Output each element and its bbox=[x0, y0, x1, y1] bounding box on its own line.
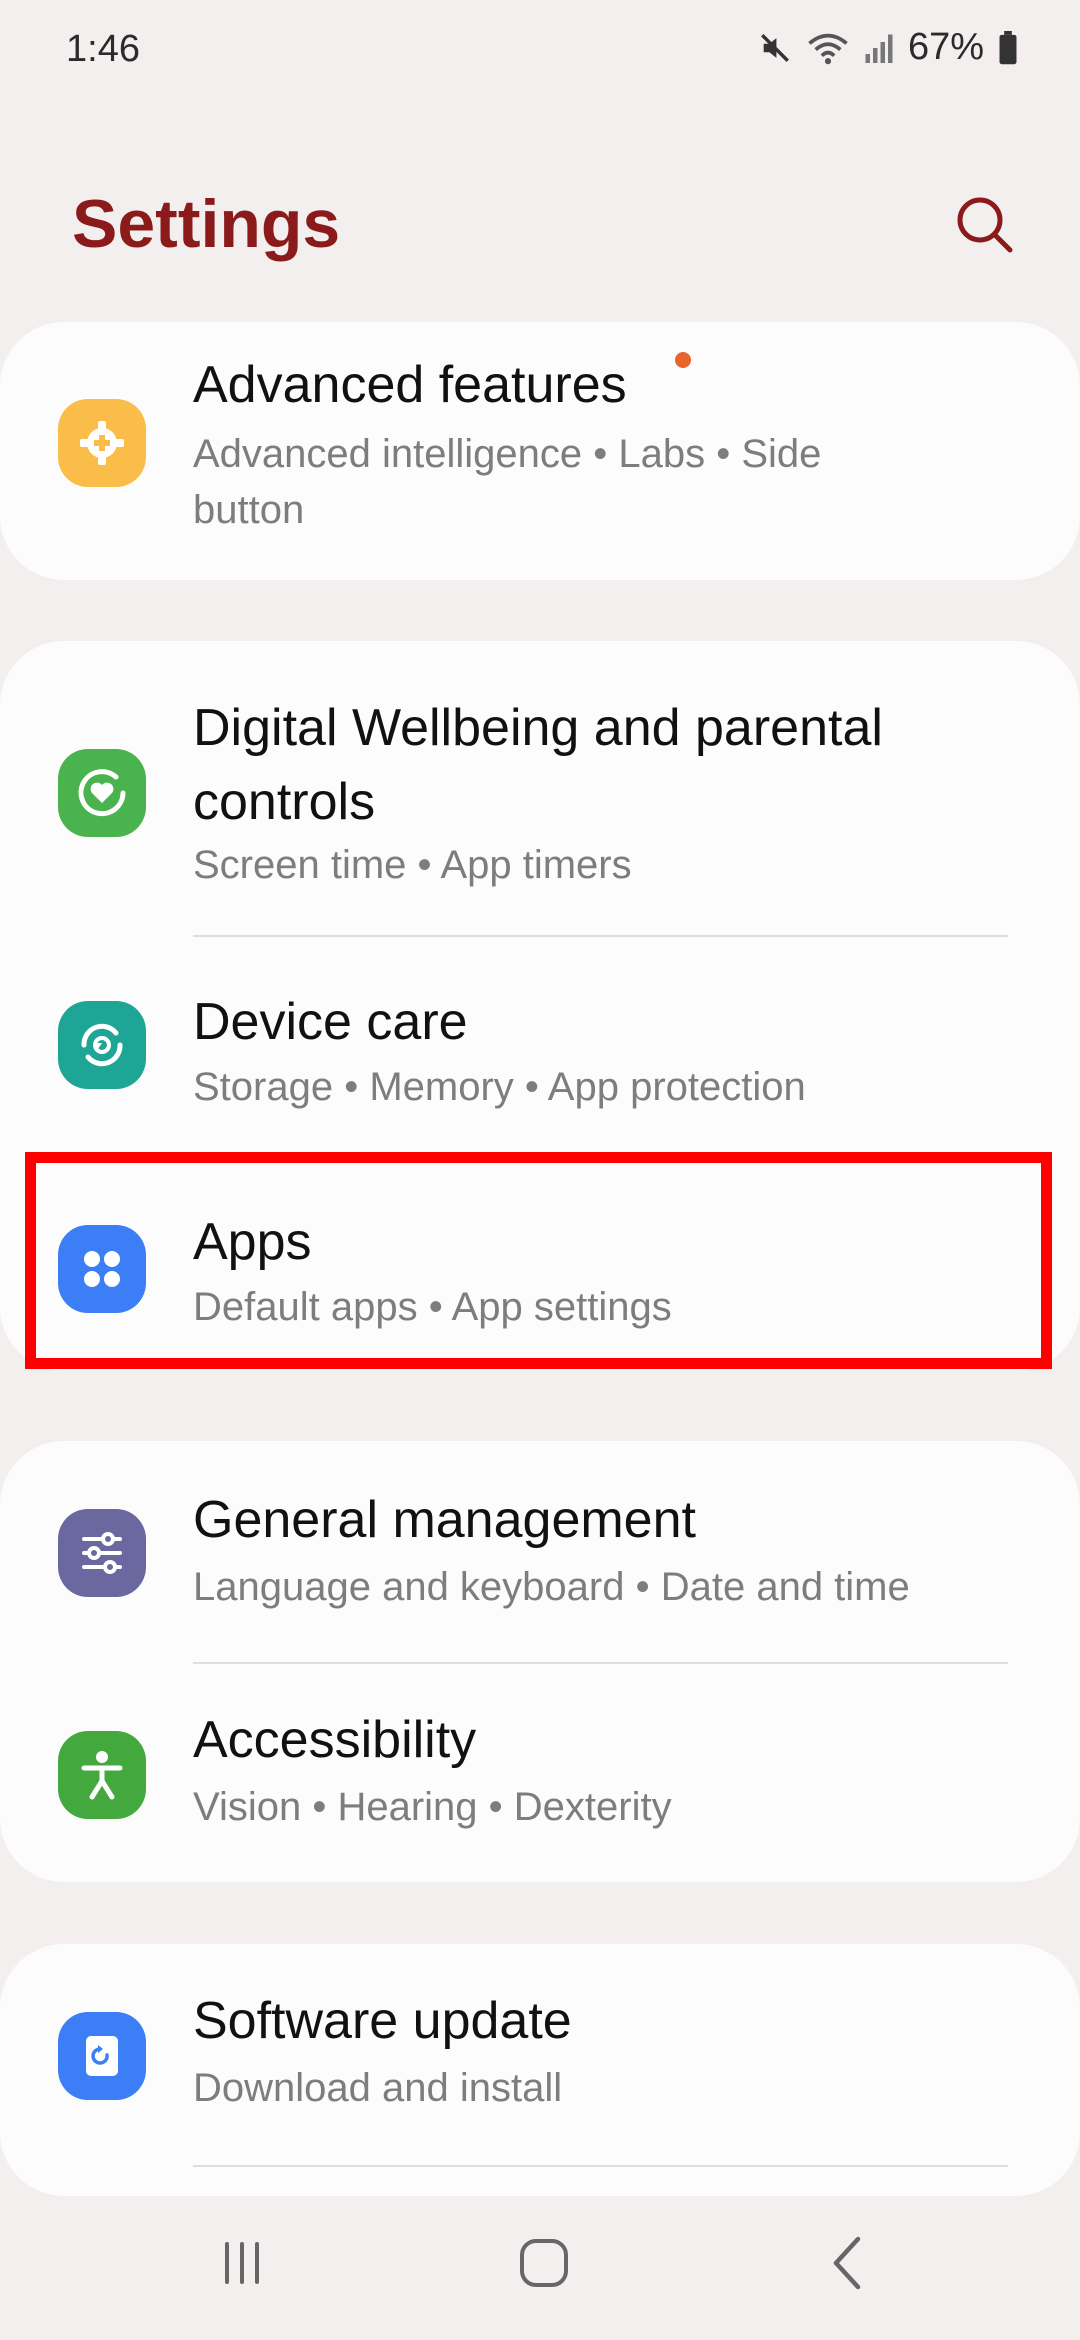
signal-icon bbox=[864, 31, 894, 65]
card-advanced: Advanced features Advanced intelligence … bbox=[0, 322, 1080, 580]
accessibility-title: Accessibility bbox=[193, 1711, 477, 1769]
notification-dot bbox=[675, 352, 691, 368]
software-update-subtitle: Download and install bbox=[193, 2066, 563, 2110]
page-title: Settings bbox=[72, 186, 341, 262]
accessibility-person-icon bbox=[58, 1731, 146, 1819]
apps-subtitle: Default apps • App settings bbox=[193, 1285, 672, 1329]
recents-button[interactable] bbox=[182, 2210, 302, 2320]
device-care-title: Device care bbox=[193, 993, 468, 1051]
status-time: 1:46 bbox=[66, 28, 140, 70]
advanced-features-subtitle-line1: Advanced intelligence • Labs • Side bbox=[193, 432, 822, 476]
sliders-icon bbox=[58, 1509, 146, 1597]
software-update-icon bbox=[58, 2012, 146, 2100]
accessibility-subtitle: Vision • Hearing • Dexterity bbox=[193, 1785, 672, 1829]
wellbeing-heart-icon bbox=[58, 749, 146, 837]
digital-wellbeing-title-line2: controls bbox=[193, 773, 376, 831]
back-icon bbox=[828, 2235, 868, 2296]
general-management-subtitle: Language and keyboard • Date and time bbox=[193, 1565, 910, 1609]
home-icon bbox=[518, 2237, 570, 2294]
back-button[interactable] bbox=[788, 2210, 908, 2320]
battery-percentage: 67% bbox=[907, 26, 984, 68]
status-bar: 1:46 67% bbox=[0, 0, 1080, 100]
search-icon bbox=[950, 197, 1020, 264]
software-update-title: Software update bbox=[193, 1992, 572, 2050]
mute-icon bbox=[758, 31, 792, 65]
advanced-features-title: Advanced features bbox=[193, 356, 627, 414]
settings-item-general-management[interactable]: General management Language and keyboard… bbox=[0, 1441, 1080, 1663]
digital-wellbeing-title-line1: Digital Wellbeing and parental bbox=[193, 699, 883, 757]
apps-title: Apps bbox=[193, 1213, 312, 1271]
settings-item-apps[interactable]: Apps Default apps • App settings bbox=[0, 1153, 1080, 1371]
recents-icon bbox=[217, 2238, 267, 2293]
advanced-features-subtitle-line2: button bbox=[193, 488, 305, 532]
settings-item-digital-wellbeing[interactable]: Digital Wellbeing and parental controls … bbox=[0, 641, 1080, 937]
search-button[interactable] bbox=[950, 190, 1020, 260]
divider bbox=[193, 2165, 1008, 2167]
settings-item-software-update[interactable]: Software update Download and install bbox=[0, 1944, 1080, 2164]
wifi-icon bbox=[806, 31, 850, 65]
battery-icon bbox=[998, 30, 1018, 65]
status-icons: 67% bbox=[758, 26, 1018, 69]
apps-grid-icon bbox=[58, 1225, 146, 1313]
settings-item-accessibility[interactable]: Accessibility Vision • Hearing • Dexteri… bbox=[0, 1663, 1080, 1882]
navigation-bar bbox=[0, 2210, 1080, 2340]
gear-plus-icon bbox=[58, 399, 146, 487]
home-button[interactable] bbox=[484, 2210, 604, 2320]
settings-item-advanced-features[interactable]: Advanced features Advanced intelligence … bbox=[0, 322, 1080, 580]
card-software-update: Software update Download and install bbox=[0, 1944, 1080, 2196]
card-general-accessibility: General management Language and keyboard… bbox=[0, 1441, 1080, 1882]
device-care-icon bbox=[58, 1001, 146, 1089]
device-care-subtitle: Storage • Memory • App protection bbox=[193, 1065, 806, 1109]
general-management-title: General management bbox=[193, 1491, 696, 1549]
card-wellbeing-device-apps: Digital Wellbeing and parental controls … bbox=[0, 641, 1080, 1371]
digital-wellbeing-subtitle: Screen time • App timers bbox=[193, 843, 632, 887]
settings-item-device-care[interactable]: Device care Storage • Memory • App prote… bbox=[0, 937, 1080, 1153]
